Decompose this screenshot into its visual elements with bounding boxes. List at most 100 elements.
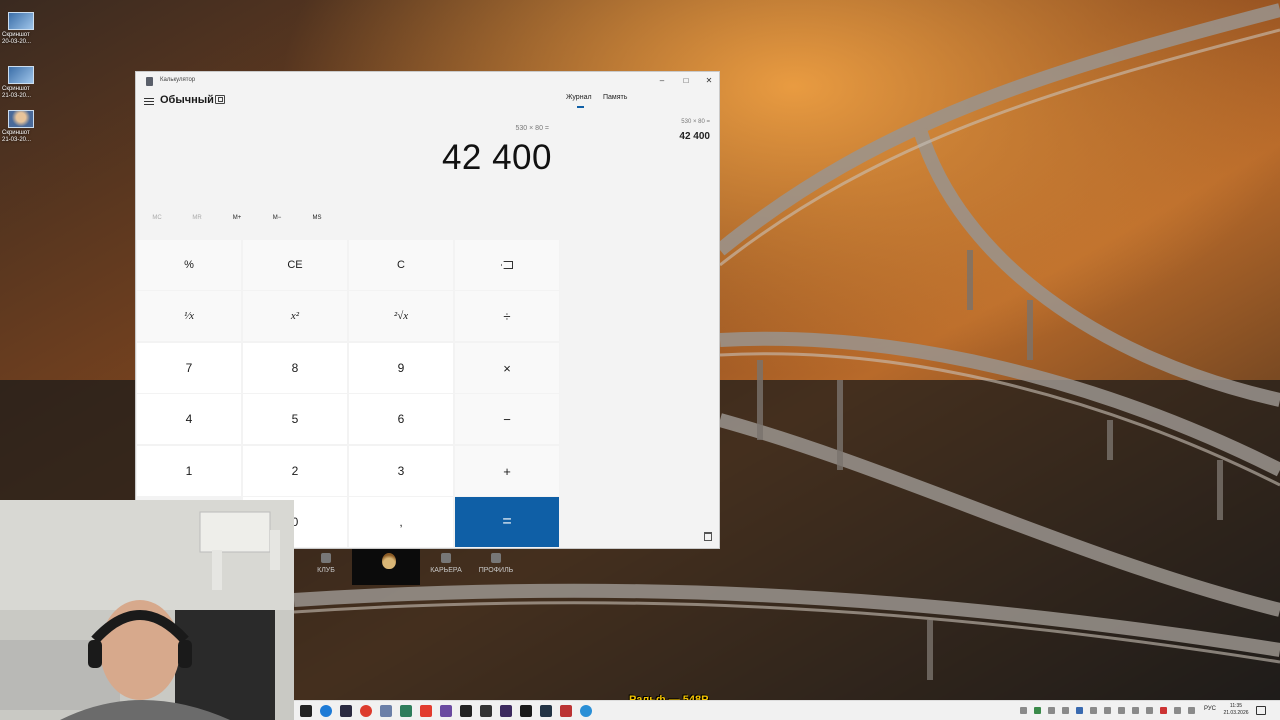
backspace-button[interactable] <box>455 240 559 290</box>
subtract-button[interactable]: − <box>455 394 559 444</box>
app-icon[interactable] <box>500 705 512 717</box>
percent-button[interactable]: % <box>137 240 241 290</box>
memory-clear-button[interactable]: MC <box>137 215 177 221</box>
calculator-app-icon <box>146 77 153 86</box>
desktop-icon-screenshot-3[interactable]: Скриншот 21-03-20... <box>2 110 42 144</box>
digit-4-button[interactable]: 4 <box>137 394 241 444</box>
equals-button[interactable]: = <box>455 497 559 547</box>
memory-store-button[interactable]: MS <box>297 215 337 221</box>
close-button[interactable]: ✕ <box>702 75 716 87</box>
memory-add-button[interactable]: M+ <box>217 215 257 221</box>
notion-icon[interactable] <box>520 705 532 717</box>
app-icon[interactable] <box>460 705 472 717</box>
calculator-taskbar-icon[interactable] <box>380 705 392 717</box>
digit-9-button[interactable]: 9 <box>349 343 453 393</box>
desktop-icon-screenshot-1[interactable]: Скриншот 20-03-20... <box>2 12 42 46</box>
digit-1-button[interactable]: 1 <box>137 446 241 496</box>
square-button[interactable]: x² <box>243 291 347 341</box>
window-title: Калькулятор <box>160 77 196 83</box>
keep-on-top-button[interactable] <box>215 95 225 104</box>
language-indicator[interactable]: РУС <box>1204 706 1216 712</box>
clear-button[interactable]: C <box>349 240 453 290</box>
tray-icon[interactable] <box>1118 707 1125 714</box>
maximize-button[interactable]: □ <box>679 75 693 87</box>
key-label: ¹⁄x <box>183 310 195 322</box>
tray-icon[interactable] <box>1062 707 1069 714</box>
result-display: 42 400 <box>441 138 552 177</box>
game-menu-career[interactable]: КАРЬЕРА <box>424 549 468 585</box>
tab-memory[interactable]: Память <box>603 94 627 101</box>
volume-icon[interactable] <box>1188 707 1195 714</box>
memory-subtract-button[interactable]: M− <box>257 215 297 221</box>
title-bar[interactable]: Калькулятор – □ ✕ <box>136 72 719 90</box>
app-icon[interactable] <box>560 705 572 717</box>
start-icon[interactable] <box>300 705 312 717</box>
digit-7-button[interactable]: 7 <box>137 343 241 393</box>
app-icon[interactable] <box>440 705 452 717</box>
game-menu-label: КАРЬЕРА <box>430 567 462 574</box>
key-label: + <box>503 463 511 479</box>
tray-icon[interactable] <box>1160 707 1167 714</box>
clear-entry-button[interactable]: CE <box>243 240 347 290</box>
edge-icon[interactable] <box>320 705 332 717</box>
key-label: 1 <box>185 464 193 478</box>
tray-icon[interactable] <box>1146 707 1153 714</box>
mode-title: Обычный <box>160 94 214 106</box>
tab-history[interactable]: Журнал <box>566 94 592 101</box>
taskbar: РУС 11:35 21.03.2026 <box>294 700 1280 720</box>
memory-recall-button[interactable]: MR <box>177 215 217 221</box>
key-label: 8 <box>291 361 299 375</box>
navigation-menu-button[interactable] <box>144 96 154 106</box>
yandex-icon[interactable] <box>420 705 432 717</box>
app-icon[interactable] <box>580 705 592 717</box>
key-label: 9 <box>397 361 405 375</box>
app-icon[interactable] <box>540 705 552 717</box>
tray-icon[interactable] <box>1034 707 1041 714</box>
tray-icon[interactable] <box>1076 707 1083 714</box>
desktop-icon-screenshot-2[interactable]: Скриншот 21-03-20... <box>2 66 42 100</box>
key-label: 4 <box>185 412 193 426</box>
tray-icon[interactable] <box>1020 707 1027 714</box>
chrome-icon[interactable] <box>360 705 372 717</box>
game-menu-profile[interactable]: ПРОФИЛЬ <box>474 549 518 585</box>
app-icon[interactable] <box>480 705 492 717</box>
key-label: ÷ <box>503 308 511 324</box>
key-label: ²√x <box>393 310 409 322</box>
image-file-icon <box>8 110 34 128</box>
tray-icon[interactable] <box>1048 707 1055 714</box>
game-menu-home[interactable] <box>352 549 420 585</box>
key-label: 5 <box>291 412 299 426</box>
square-root-button[interactable]: ²√x <box>349 291 453 341</box>
key-label: CE <box>287 259 303 271</box>
network-icon[interactable] <box>1174 707 1181 714</box>
key-label: = <box>502 513 512 530</box>
decimal-button[interactable]: , <box>349 497 453 547</box>
reciprocal-button[interactable]: ¹⁄x <box>137 291 241 341</box>
minimize-button[interactable]: – <box>655 75 669 87</box>
digit-3-button[interactable]: 3 <box>349 446 453 496</box>
app-icon[interactable] <box>400 705 412 717</box>
game-menu-club[interactable]: КЛУБ <box>308 549 344 585</box>
digit-2-button[interactable]: 2 <box>243 446 347 496</box>
key-label: 2 <box>291 464 299 478</box>
multiply-button[interactable]: × <box>455 343 559 393</box>
notifications-icon[interactable] <box>1256 706 1266 715</box>
tray-icon[interactable] <box>1132 707 1139 714</box>
digit-8-button[interactable]: 8 <box>243 343 347 393</box>
key-label: 7 <box>185 361 193 375</box>
digit-6-button[interactable]: 6 <box>349 394 453 444</box>
divide-button[interactable]: ÷ <box>455 291 559 341</box>
memory-row: MC MR M+ M− MS <box>136 215 557 231</box>
active-tab-indicator <box>577 106 584 108</box>
add-button[interactable]: + <box>455 446 559 496</box>
app-icon[interactable] <box>340 705 352 717</box>
career-icon <box>441 553 451 563</box>
image-file-icon <box>8 66 34 84</box>
clock[interactable]: 11:35 21.03.2026 <box>1222 703 1250 717</box>
key-label: C <box>397 259 405 271</box>
key-label: x² <box>290 310 300 322</box>
clear-history-icon[interactable] <box>704 532 712 541</box>
tray-icon[interactable] <box>1104 707 1111 714</box>
tray-icon[interactable] <box>1090 707 1097 714</box>
digit-5-button[interactable]: 5 <box>243 394 347 444</box>
